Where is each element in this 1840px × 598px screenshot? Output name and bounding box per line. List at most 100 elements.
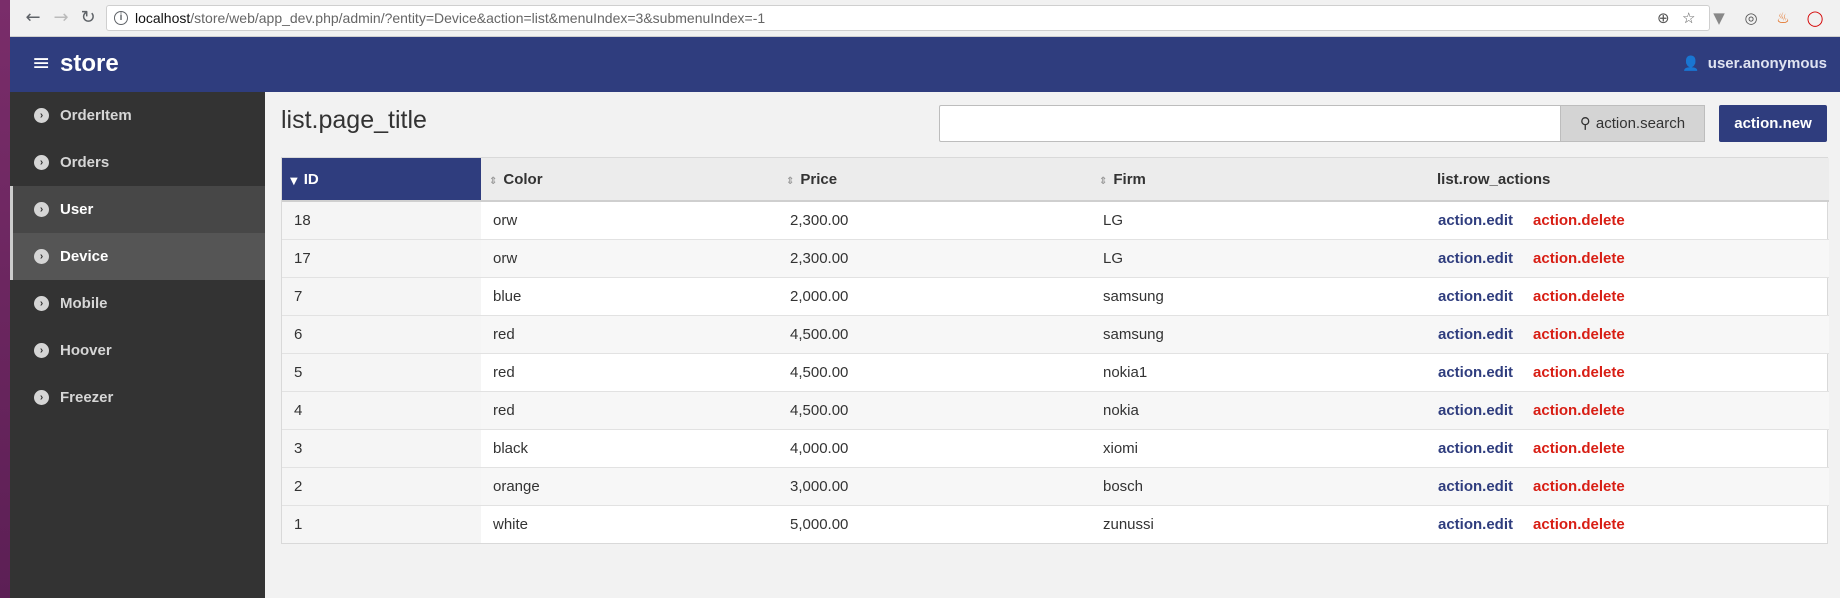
cell-color: black (481, 428, 778, 467)
delete-link[interactable]: action.delete (1533, 326, 1625, 343)
table-row: 5 red 4,500.00 nokia1 action.edit action.… (282, 352, 1829, 391)
cell-price: 4,500.00 (778, 390, 1091, 429)
cell-id: 4 (282, 390, 481, 429)
sidebar-item-orders[interactable]: › Orders (10, 139, 265, 186)
sidebar-item-label: Freezer (60, 389, 114, 406)
cell-price: 2,300.00 (778, 200, 1091, 239)
extension-v-icon[interactable]: ▼ (1710, 9, 1728, 27)
device-list-table: ▼ ID ⇕ Color ⇕ Price ⇕ Firm list.row_actions… (281, 157, 1829, 544)
cell-firm: bosch (1091, 466, 1414, 505)
cell-firm: samsung (1091, 314, 1414, 353)
cell-id: 7 (282, 276, 481, 315)
table-header-row: ▼ ID ⇕ Color ⇕ Price ⇕ Firm list.row_actions (282, 158, 1829, 202)
cell-price: 2,000.00 (778, 276, 1091, 315)
edit-link[interactable]: action.edit (1438, 250, 1513, 267)
delete-link[interactable]: action.delete (1533, 402, 1625, 419)
address-bar[interactable]: i localhost/store/web/app_dev.php/admin/… (106, 5, 1710, 31)
zoom-icon[interactable]: ⊕ (1657, 9, 1670, 27)
sidebar-item-label: Mobile (60, 295, 108, 312)
edit-link[interactable]: action.edit (1438, 402, 1513, 419)
cell-firm: nokia1 (1091, 352, 1414, 391)
sidebar-item-label: Hoover (60, 342, 112, 359)
table-row: 6 red 4,500.00 samsung action.edit action… (282, 314, 1829, 353)
sort-icon: ⇕ (786, 175, 795, 187)
cell-actions: action.edit action.delete (1414, 276, 1829, 315)
sidebar-item-device[interactable]: › Device (10, 233, 265, 280)
delete-link[interactable]: action.delete (1533, 516, 1625, 533)
cell-price: 4,000.00 (778, 428, 1091, 467)
edit-link[interactable]: action.edit (1438, 440, 1513, 457)
menu-toggle-icon[interactable]: ≡ (32, 53, 50, 75)
chevron-right-icon: › (34, 249, 49, 264)
sidebar-item-orderitem[interactable]: › OrderItem (10, 92, 265, 139)
extension-opera-icon[interactable]: ◯ (1806, 9, 1824, 27)
cell-color: white (481, 504, 778, 543)
table-row: 4 red 4,500.00 nokia action.edit action.d… (282, 390, 1829, 429)
sidebar-item-mobile[interactable]: › Mobile (10, 280, 265, 327)
forward-icon[interactable]: → (50, 7, 72, 29)
delete-link[interactable]: action.delete (1533, 212, 1625, 229)
column-header-color[interactable]: ⇕ Color (481, 158, 778, 202)
cell-id: 3 (282, 428, 481, 467)
edit-link[interactable]: action.edit (1438, 364, 1513, 381)
delete-link[interactable]: action.delete (1533, 250, 1625, 267)
delete-link[interactable]: action.delete (1533, 440, 1625, 457)
cell-id: 2 (282, 466, 481, 505)
reload-icon[interactable]: ↻ (77, 7, 99, 29)
column-header-firm[interactable]: ⇕ Firm (1091, 158, 1414, 202)
column-header-price[interactable]: ⇕ Price (778, 158, 1091, 202)
sidebar-item-freezer[interactable]: › Freezer (10, 374, 265, 421)
user-icon: 👤 (1682, 56, 1700, 72)
cell-price: 5,000.00 (778, 504, 1091, 543)
cell-price: 4,500.00 (778, 352, 1091, 391)
search-input[interactable] (939, 105, 1561, 142)
sort-icon: ⇕ (1099, 175, 1108, 187)
new-button[interactable]: action.new (1719, 105, 1827, 142)
column-header-id[interactable]: ▼ ID (282, 158, 481, 202)
url-text[interactable]: localhost/store/web/app_dev.php/admin/?e… (135, 10, 765, 26)
bookmark-star-icon[interactable]: ☆ (1682, 9, 1695, 27)
extension-sync-icon[interactable]: ◎ (1742, 9, 1760, 27)
search-button[interactable]: ⚲ action.search (1561, 105, 1705, 142)
cell-color: red (481, 390, 778, 429)
cell-actions: action.edit action.delete (1414, 428, 1829, 467)
extension-flame-icon[interactable]: ♨ (1774, 9, 1792, 27)
cell-actions: action.edit action.delete (1414, 314, 1829, 353)
sidebar-item-hoover[interactable]: › Hoover (10, 327, 265, 374)
app-header: ≡ store 👤 user.anonymous (10, 37, 1840, 92)
chevron-right-icon: › (34, 390, 49, 405)
cell-firm: nokia (1091, 390, 1414, 429)
delete-link[interactable]: action.delete (1533, 288, 1625, 305)
cell-color: orw (481, 200, 778, 239)
table-row: 3 black 4,000.00 xiomi action.edit action… (282, 428, 1829, 467)
edit-link[interactable]: action.edit (1438, 212, 1513, 229)
table-row: 7 blue 2,000.00 samsung action.edit actio… (282, 276, 1829, 315)
chevron-right-icon: › (34, 155, 49, 170)
cell-price: 3,000.00 (778, 466, 1091, 505)
back-icon[interactable]: ← (22, 7, 44, 29)
edit-link[interactable]: action.edit (1438, 516, 1513, 533)
sort-desc-icon: ▼ (290, 175, 298, 187)
edit-link[interactable]: action.edit (1438, 326, 1513, 343)
cell-color: red (481, 352, 778, 391)
info-icon[interactable]: i (114, 11, 128, 25)
delete-link[interactable]: action.delete (1533, 364, 1625, 381)
cell-color: orange (481, 466, 778, 505)
table-row: 2 orange 3,000.00 bosch action.edit actio… (282, 466, 1829, 505)
cell-price: 4,500.00 (778, 314, 1091, 353)
brand-logo[interactable]: store (60, 50, 119, 78)
chevron-right-icon: › (34, 108, 49, 123)
delete-link[interactable]: action.delete (1533, 478, 1625, 495)
user-menu[interactable]: 👤 user.anonymous (1682, 55, 1827, 72)
column-header-actions: list.row_actions (1414, 158, 1829, 202)
edit-link[interactable]: action.edit (1438, 478, 1513, 495)
main-content: list.page_title ⚲ action.search action.ne… (265, 92, 1840, 598)
sidebar-item-user[interactable]: › User (10, 186, 265, 233)
sidebar: › OrderItem › Orders › User › Device › M… (10, 92, 265, 598)
user-name: user.anonymous (1707, 55, 1827, 72)
sidebar-item-label: Orders (60, 154, 110, 171)
cell-id: 18 (282, 200, 481, 239)
edit-link[interactable]: action.edit (1438, 288, 1513, 305)
search-icon: ⚲ (1579, 114, 1591, 132)
cell-price: 2,300.00 (778, 238, 1091, 277)
